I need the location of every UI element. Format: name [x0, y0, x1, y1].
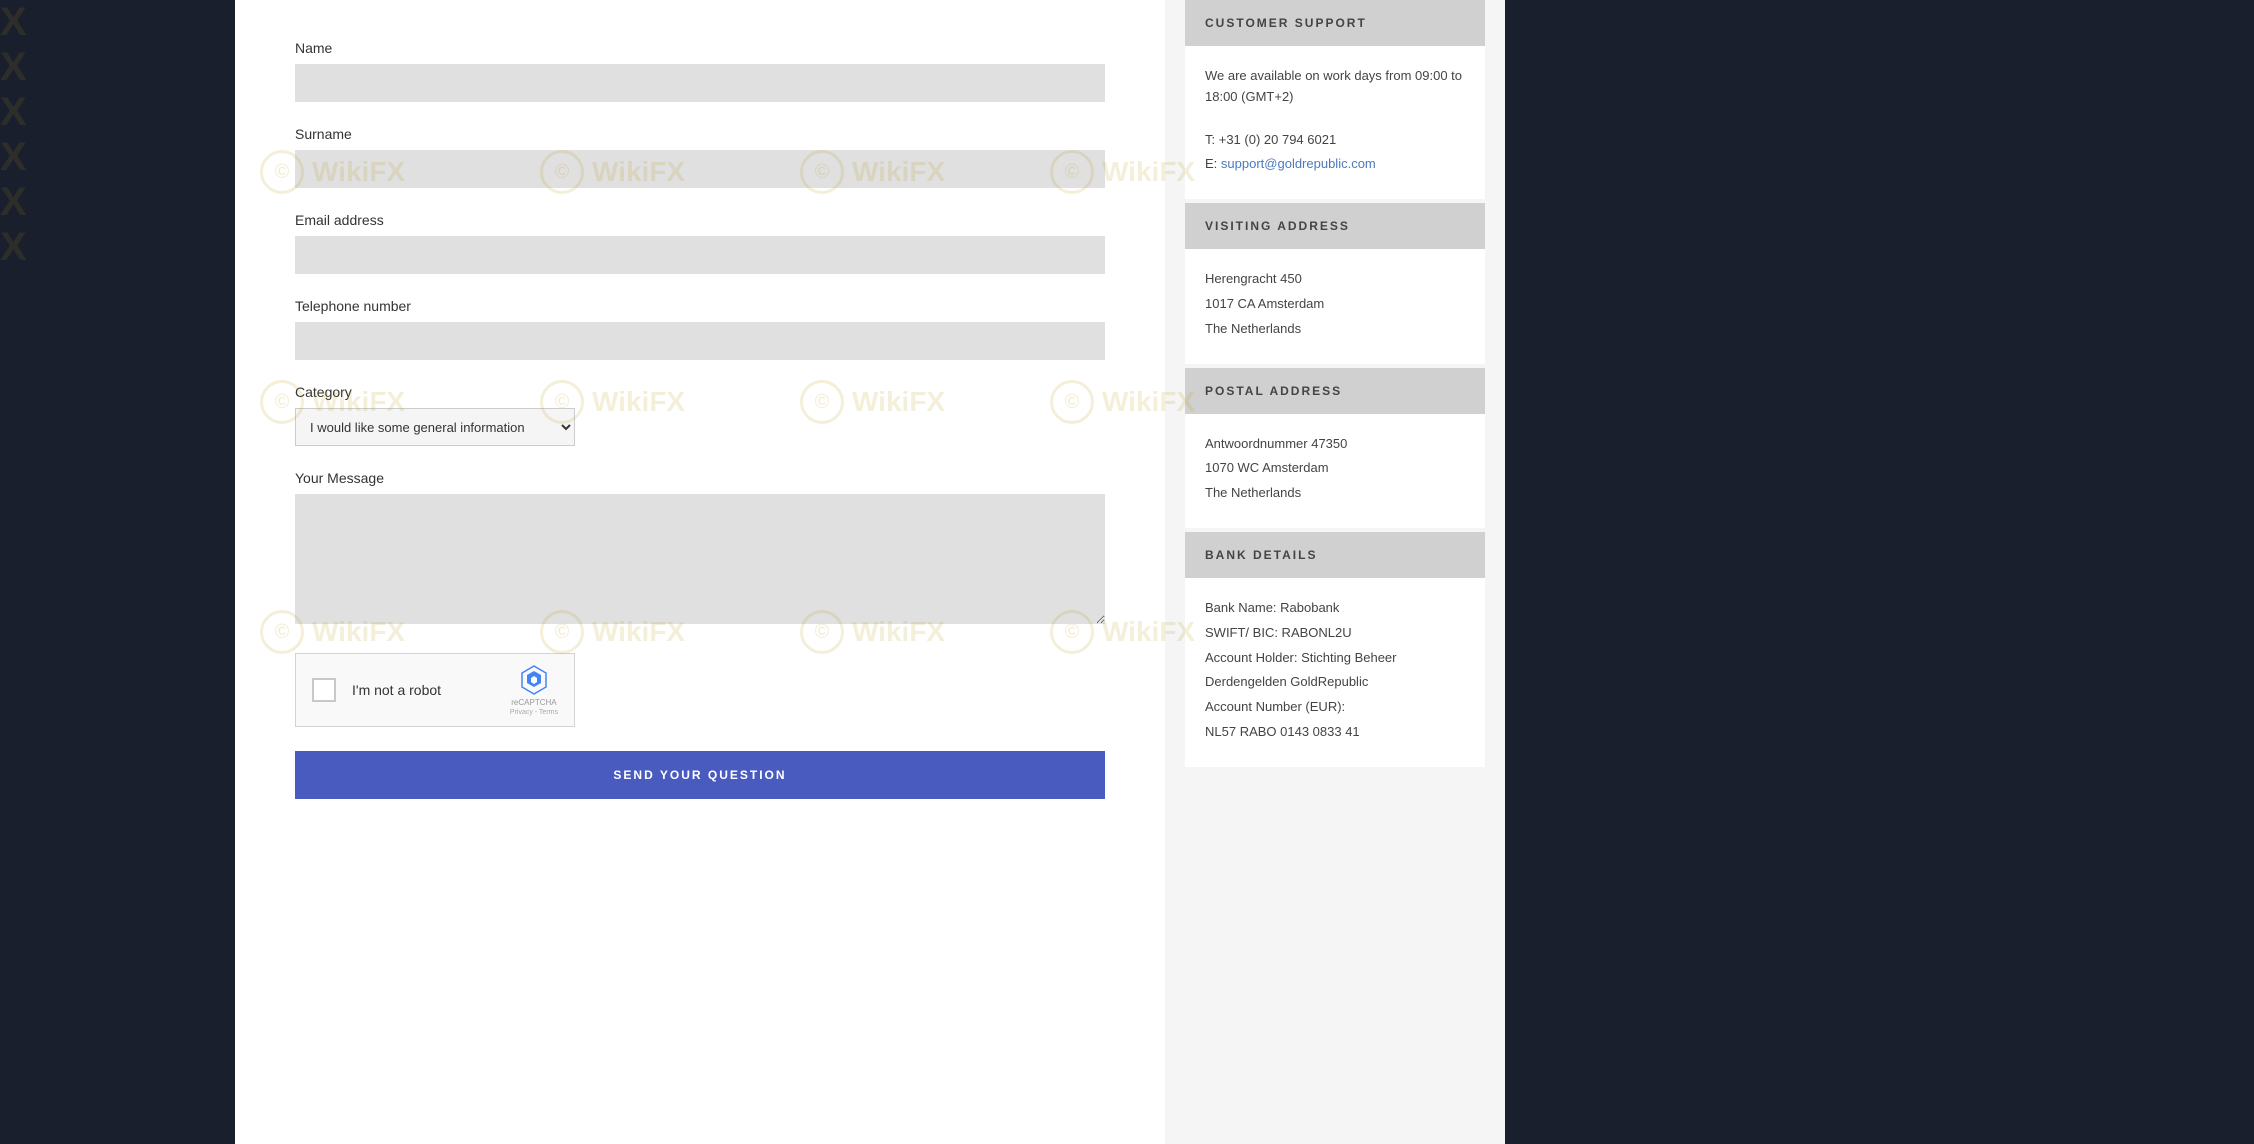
bank-details-body: Bank Name: Rabobank SWIFT/ BIC: RABONL2U… — [1185, 578, 1485, 767]
visiting-line2: 1017 CA Amsterdam — [1205, 294, 1465, 315]
customer-support-body: We are available on work days from 09:00… — [1185, 46, 1485, 199]
postal-address-title: POSTAL ADDRESS — [1205, 384, 1342, 398]
category-group: Category I would like some general infor… — [295, 384, 1105, 446]
visiting-address-body: Herengracht 450 1017 CA Amsterdam The Ne… — [1185, 249, 1485, 363]
category-select[interactable]: I would like some general information I … — [295, 408, 575, 446]
phone-text: T: +31 (0) 20 794 6021 — [1205, 130, 1465, 151]
customer-support-header: CUSTOMER SUPPORT — [1185, 0, 1485, 46]
surname-input[interactable] — [295, 150, 1105, 188]
postal-line2: 1070 WC Amsterdam — [1205, 458, 1465, 479]
availability-text: We are available on work days from 09:00… — [1205, 66, 1465, 108]
visiting-line1: Herengracht 450 — [1205, 269, 1465, 290]
recaptcha-label: I'm not a robot — [352, 682, 494, 698]
email-input[interactable] — [295, 236, 1105, 274]
bank-details-section: BANK DETAILS Bank Name: Rabobank SWIFT/ … — [1185, 532, 1485, 767]
telephone-input[interactable] — [295, 322, 1105, 360]
right-info-panel: CUSTOMER SUPPORT We are available on wor… — [1165, 0, 1505, 1144]
postal-address-header: POSTAL ADDRESS — [1185, 368, 1485, 414]
postal-line1: Antwoordnummer 47350 — [1205, 434, 1465, 455]
bank-details-title: BANK DETAILS — [1205, 548, 1317, 562]
message-label: Your Message — [295, 470, 1105, 486]
visiting-address-header: VISITING ADDRESS — [1185, 203, 1485, 249]
telephone-label: Telephone number — [295, 298, 1105, 314]
submit-button[interactable]: SEND YOUR QUESTION — [295, 751, 1105, 799]
main-form-area: Name Surname Email address Telephone num… — [235, 0, 1165, 1144]
email-link[interactable]: support@goldrepublic.com — [1221, 156, 1376, 171]
postal-address-section: POSTAL ADDRESS Antwoordnummer 47350 1070… — [1185, 368, 1485, 528]
recaptcha-checkbox[interactable] — [312, 678, 336, 702]
bank-name: Bank Name: Rabobank — [1205, 598, 1465, 619]
message-group: Your Message — [295, 470, 1105, 629]
surname-label: Surname — [295, 126, 1105, 142]
recaptcha-logo-area: reCAPTCHA Privacy - Terms — [510, 664, 558, 716]
category-label: Category — [295, 384, 1105, 400]
visiting-line3: The Netherlands — [1205, 319, 1465, 340]
email-prefix: E: — [1205, 156, 1217, 171]
right-panel-inner: CUSTOMER SUPPORT We are available on wor… — [1165, 0, 1485, 767]
recaptcha-privacy: Privacy - Terms — [510, 709, 558, 716]
surname-group: Surname — [295, 126, 1105, 188]
visiting-address-title: VISITING ADDRESS — [1205, 219, 1350, 233]
postal-address-body: Antwoordnummer 47350 1070 WC Amsterdam T… — [1185, 414, 1485, 528]
name-label: Name — [295, 40, 1105, 56]
name-input[interactable] — [295, 64, 1105, 102]
bank-details-header: BANK DETAILS — [1185, 532, 1485, 578]
account-number-label: Account Number (EUR): — [1205, 697, 1465, 718]
account-number-value: NL57 RABO 0143 0833 41 — [1205, 722, 1465, 743]
customer-support-section: CUSTOMER SUPPORT We are available on wor… — [1185, 0, 1485, 199]
swift-bic: SWIFT/ BIC: RABONL2U — [1205, 623, 1465, 644]
telephone-group: Telephone number — [295, 298, 1105, 360]
right-sidebar — [1505, 0, 1785, 1144]
email-row: E: support@goldrepublic.com — [1205, 154, 1465, 175]
customer-support-title: CUSTOMER SUPPORT — [1205, 16, 1367, 30]
message-textarea[interactable] — [295, 494, 1105, 624]
account-holder: Account Holder: Stichting Beheer — [1205, 648, 1465, 669]
recaptcha-logo-icon — [518, 664, 550, 696]
page-wrapper: © WikiFX © WikiFX © WikiFX © WikiFX © Wi… — [0, 0, 2254, 1144]
recaptcha-box[interactable]: I'm not a robot reCAPTCHA Privacy - Term… — [295, 653, 575, 727]
email-label: Email address — [295, 212, 1105, 228]
visiting-address-section: VISITING ADDRESS Herengracht 450 1017 CA… — [1185, 203, 1485, 363]
postal-line3: The Netherlands — [1205, 483, 1465, 504]
recaptcha-brand: reCAPTCHA — [511, 698, 556, 707]
derdengelden: Derdengelden GoldRepublic — [1205, 672, 1465, 693]
email-group: Email address — [295, 212, 1105, 274]
left-sidebar — [0, 0, 235, 1144]
name-group: Name — [295, 40, 1105, 102]
